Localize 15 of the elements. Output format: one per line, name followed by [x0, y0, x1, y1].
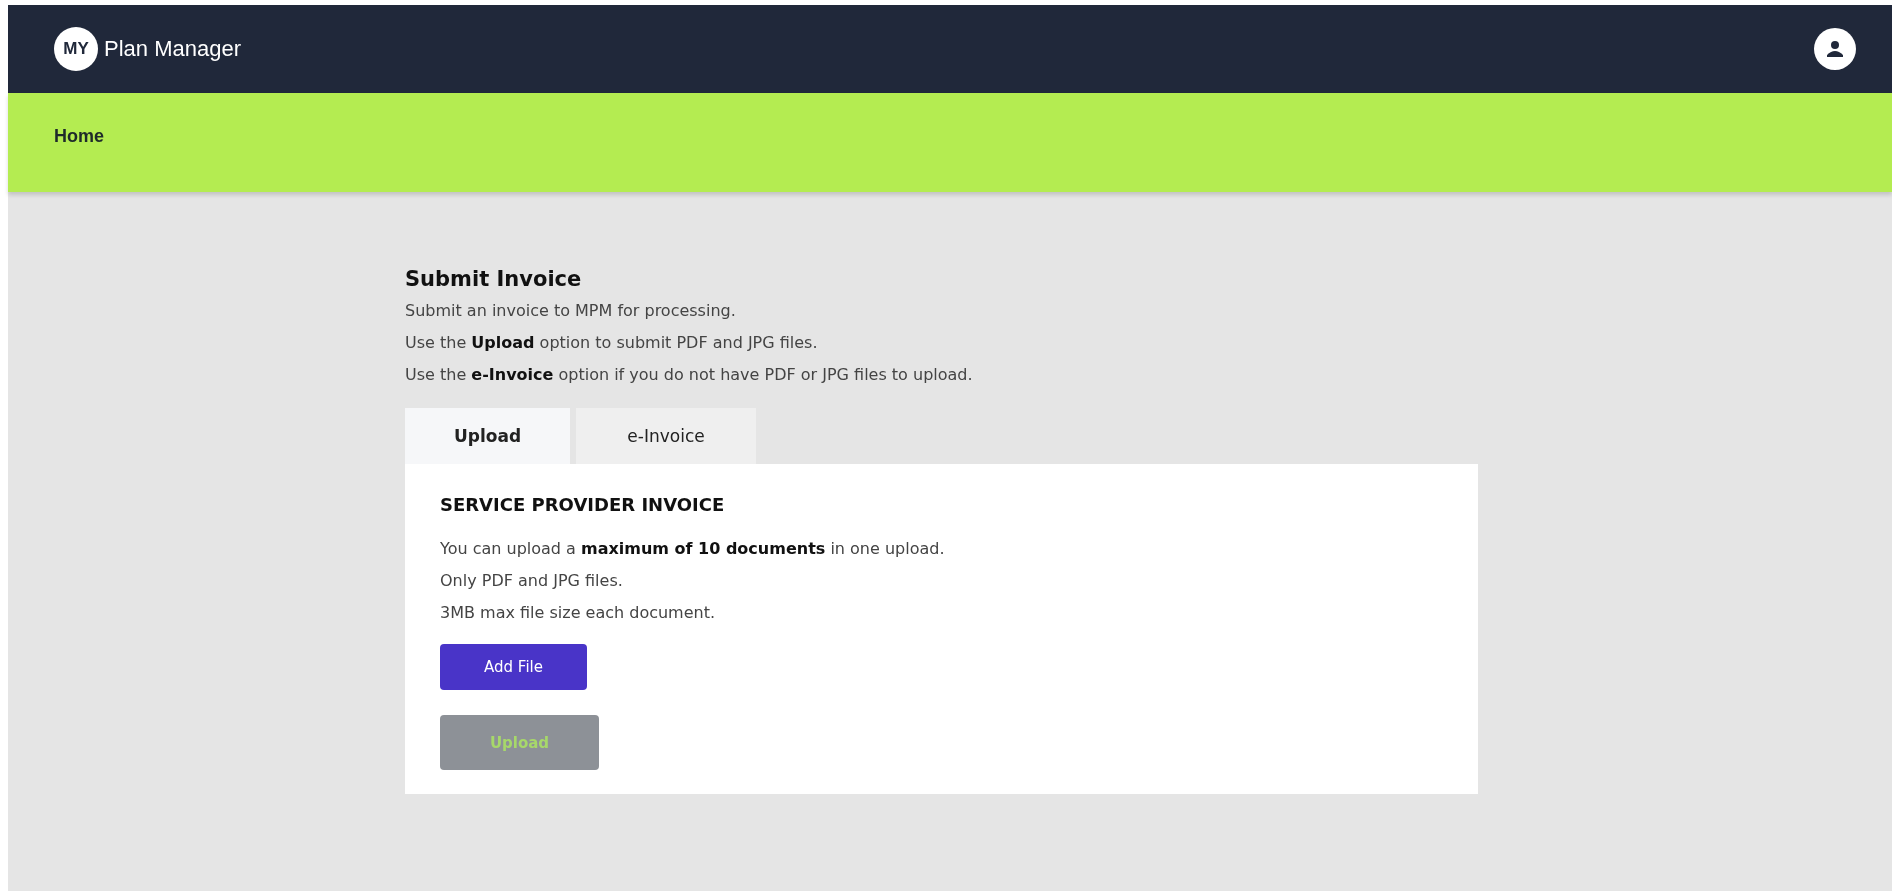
tab[interactable]: Upload [405, 408, 570, 464]
card-title: SERVICE PROVIDER INVOICE [440, 494, 726, 515]
info-text: You can upload a maximum of 10 documents in one upload. [440, 539, 946, 558]
logo-badge: MY [54, 27, 98, 71]
instruction-text: Use the Upload option to submit PDF and JPG files. [405, 333, 819, 352]
logo-text: Plan Manager [104, 36, 241, 62]
page-title: Submit Invoice [405, 267, 583, 291]
instruction-text: Use the e-Invoice option if you do not have PDF or JPG files to upload. [405, 365, 974, 384]
info-text: 3MB max file size each document. [440, 603, 717, 622]
instruction-text: Submit an invoice to MPM for processing. [405, 301, 737, 320]
add-file-button[interactable]: Add File [440, 644, 587, 690]
user-icon[interactable] [1814, 28, 1856, 70]
breadcrumb-link[interactable]: Home [54, 126, 104, 147]
info-text: Only PDF and JPG files. [440, 571, 624, 590]
tab[interactable]: e-Invoice [576, 408, 756, 464]
